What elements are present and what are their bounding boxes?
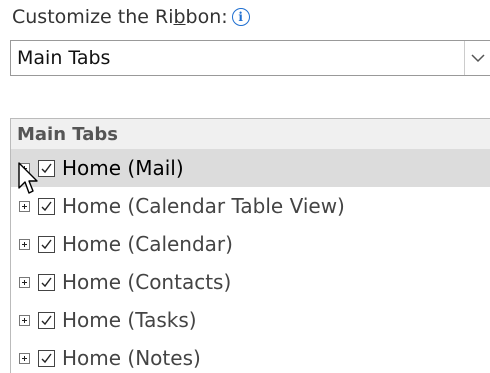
tree-row-label: Home (Contacts) <box>62 270 232 294</box>
tree-header: Main Tabs <box>11 119 490 149</box>
tree-row-home-calendar[interactable]: Home (Calendar) <box>11 225 490 263</box>
tab-checkbox[interactable] <box>38 311 55 329</box>
tree-row-home-notes[interactable]: Home (Notes) <box>11 339 490 373</box>
ribbon-tabs-dropdown[interactable]: Main Tabs <box>10 40 490 76</box>
expand-icon[interactable] <box>19 276 30 288</box>
expand-icon[interactable] <box>19 162 30 174</box>
heading-text-post: bon: <box>185 6 228 28</box>
expand-icon[interactable] <box>19 352 30 364</box>
chevron-down-icon[interactable] <box>464 41 490 75</box>
tree-row-label: Home (Notes) <box>62 346 201 370</box>
expand-icon[interactable] <box>19 238 30 250</box>
customize-ribbon-panel: Customize the Ri b bon: i Main Tabs Main T… <box>0 0 490 373</box>
tree-row-label: Home (Tasks) <box>62 308 197 332</box>
tab-checkbox[interactable] <box>38 159 55 177</box>
tab-checkbox[interactable] <box>38 273 55 291</box>
tree-row-home-mail[interactable]: Home (Mail) <box>11 149 490 187</box>
customize-ribbon-heading: Customize the Ri b bon: i <box>12 6 250 28</box>
ribbon-tabs-tree[interactable]: Main Tabs Home (Mail) Home (Calendar Tab… <box>10 118 490 373</box>
tab-checkbox[interactable] <box>38 235 55 253</box>
tree-row-home-calendar-table-view[interactable]: Home (Calendar Table View) <box>11 187 490 225</box>
dropdown-selected-value: Main Tabs <box>17 47 111 69</box>
info-icon[interactable]: i <box>231 8 250 26</box>
expand-icon[interactable] <box>19 314 30 326</box>
tree-row-label: Home (Calendar) <box>62 232 233 256</box>
tree-row-home-contacts[interactable]: Home (Contacts) <box>11 263 490 301</box>
expand-icon[interactable] <box>19 200 30 212</box>
tab-checkbox[interactable] <box>38 197 55 215</box>
heading-text-accesskey: b <box>173 6 186 28</box>
tree-row-label: Home (Calendar Table View) <box>62 194 345 218</box>
tab-checkbox[interactable] <box>38 349 55 367</box>
tree-row-home-tasks[interactable]: Home (Tasks) <box>11 301 490 339</box>
heading-text-pre: Customize the Ri <box>12 6 174 28</box>
tree-row-label: Home (Mail) <box>62 156 184 180</box>
